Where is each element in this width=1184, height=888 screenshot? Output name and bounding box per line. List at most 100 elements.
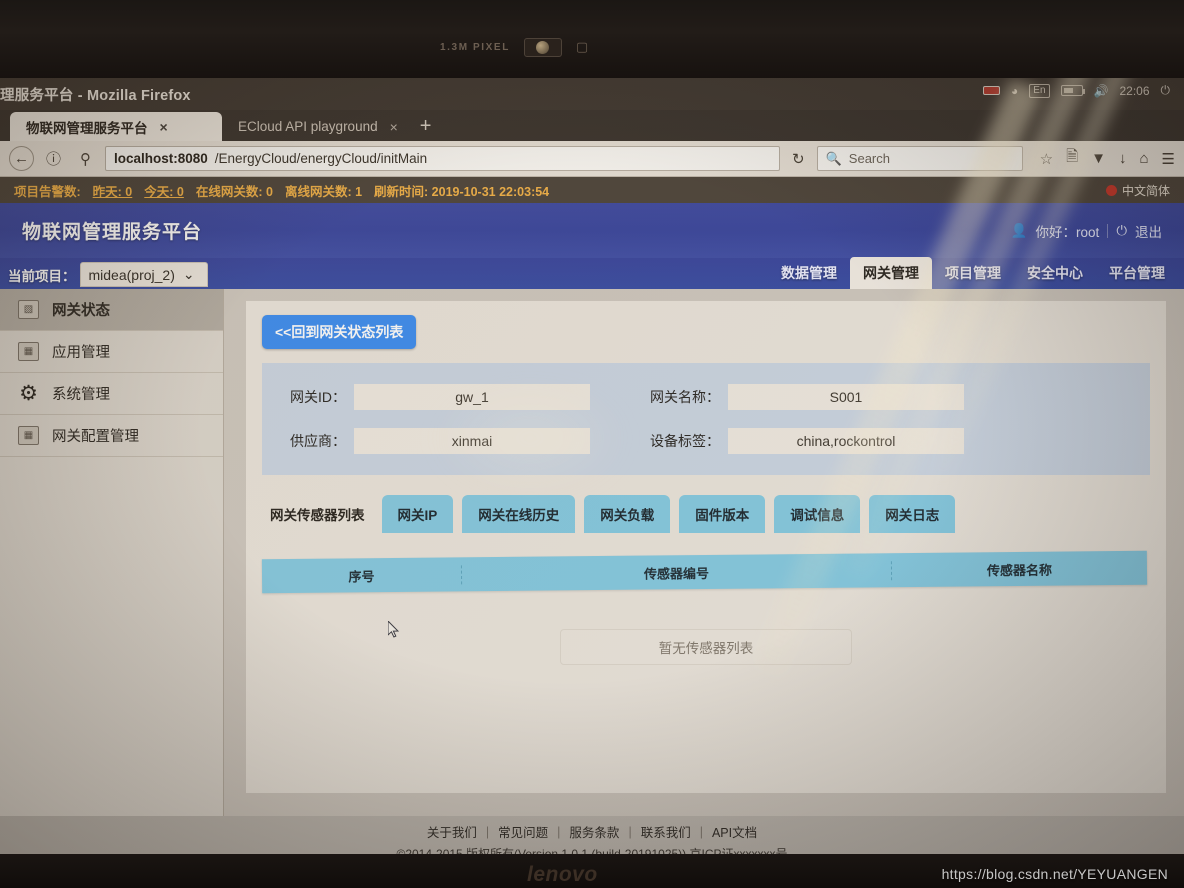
tab-data-management[interactable]: 数据管理 [768, 257, 850, 289]
gw-tab-debug-info[interactable]: 调试信息 [774, 495, 861, 533]
back-icon[interactable]: ← [9, 146, 34, 171]
nav-row: 当前项目： midea(proj_2) ⌄ 数据管理 网关管理 项目管理 安全中… [0, 257, 1184, 289]
tab-gateway-management[interactable]: 网关管理 [850, 257, 932, 289]
tab-label: 物联网管理服务平台 [26, 120, 148, 136]
language-dot-icon [1105, 184, 1117, 196]
power-off-icon[interactable]: ⏻ [1116, 223, 1127, 239]
gw-tab-gateway-log[interactable]: 网关日志 [869, 495, 956, 533]
tab-platform-management[interactable]: 平台管理 [1096, 257, 1178, 289]
app-header: 物联网管理服务平台 👤 你好：root ⏻ 退出 [0, 203, 1184, 258]
footer-link-api-docs[interactable]: API文档 [712, 822, 757, 841]
tab-close-icon[interactable]: × [160, 119, 168, 135]
webcam-area: 1.3M PIXEL ▢ [440, 30, 680, 64]
field-value[interactable]: xinmai [354, 428, 590, 454]
gw-tab-online-history[interactable]: 网关在线历史 [462, 495, 576, 533]
url-bar[interactable]: localhost:8080 /EnergyCloud/energyCloud/… [105, 146, 781, 171]
toolbar-icon-group: ☆ 🗎 ▼ ↓ ⌂ ☰ [1030, 146, 1175, 171]
search-icon: 🔍 [825, 150, 842, 166]
field-value[interactable]: S001 [728, 384, 964, 410]
field-label: 网关ID： [290, 389, 346, 405]
new-tab-button[interactable]: + [410, 115, 442, 141]
monitor-icon: ▧ [18, 300, 39, 319]
library-icon[interactable]: 🗎 [1066, 146, 1078, 171]
volume-icon[interactable]: 🔊 [1094, 84, 1109, 98]
gw-tab-sensor-list[interactable]: 网关传感器列表 [262, 495, 373, 533]
footer-link-terms[interactable]: 服务条款 [569, 822, 619, 841]
tab-close-icon[interactable]: × [390, 119, 398, 135]
star-icon[interactable]: ☆ [1040, 150, 1053, 168]
content-area: <<回到网关状态列表 网关ID： gw_1 网关名称： S001 供应商： xi… [224, 289, 1184, 816]
system-tray: ◕ En 🔊 22:06 ⏻ [983, 83, 1170, 98]
gw-tab-gateway-ip[interactable]: 网关IP [381, 495, 454, 533]
gear-icon: ⚙ [19, 382, 38, 405]
field-gateway-id: 网关ID： gw_1 [276, 384, 590, 410]
divider [1107, 223, 1109, 238]
sidebar-item-label: 应用管理 [52, 345, 110, 361]
project-selected-value: midea(proj_2) [88, 266, 175, 283]
field-label: 网关名称： [650, 389, 720, 405]
sidebar-item-gateway-config[interactable]: ▦ 网关配置管理 [0, 415, 223, 457]
browser-tab-active[interactable]: 物联网管理服务平台 × [10, 112, 222, 141]
project-select[interactable]: midea(proj_2) ⌄ [79, 262, 208, 287]
user-avatar-icon: 👤 [1010, 222, 1028, 238]
brand-logo: lenovo [527, 863, 598, 886]
search-bar[interactable]: 🔍 Search [816, 146, 1023, 171]
alert-title: 项目告警数: [14, 184, 81, 199]
alert-summary-bar: 项目告警数: 昨天: 0 今天: 0 在线网关数: 0 离线网关数: 1 刷新时… [0, 177, 1184, 203]
field-value[interactable]: gw_1 [354, 384, 590, 410]
sensor-table-header: 序号 传感器编号 传感器名称 [261, 550, 1148, 594]
sidebar-item-gateway-status[interactable]: ▧ 网关状态 [0, 289, 223, 331]
footer-link-contact[interactable]: 联系我们 [641, 822, 691, 841]
reload-icon[interactable]: ↻ [787, 150, 810, 168]
wifi-icon[interactable]: ◕ [1011, 84, 1018, 98]
keyboard-layout-icon[interactable]: En [1029, 83, 1050, 98]
gw-tab-gateway-load[interactable]: 网关负载 [584, 495, 671, 533]
footer-links: 关于我们 | 常见问题 | 服务条款 | 联系我们 | API文档 [427, 822, 757, 841]
back-to-gateway-list-button[interactable]: <<回到网关状态列表 [262, 315, 417, 349]
sidebar-item-system-management[interactable]: ⚙ 系统管理 [0, 373, 223, 415]
clock-label[interactable]: 22:06 [1119, 84, 1149, 98]
alert-today[interactable]: 今天: 0 [144, 181, 184, 200]
info-row: 网关ID： gw_1 网关名称： S001 [276, 375, 1136, 419]
app-icon: ▦ [18, 342, 39, 361]
refresh-time: 刷新时间: 2019-10-31 22:03:54 [374, 184, 550, 199]
footer-link-about[interactable]: 关于我们 [427, 822, 477, 841]
tab-security-center[interactable]: 安全中心 [1014, 257, 1096, 289]
app-footer: 关于我们 | 常见问题 | 服务条款 | 联系我们 | API文档 ©2014-… [0, 816, 1184, 854]
language-selector[interactable]: 中文简体 [1105, 182, 1170, 199]
browser-tab-ecloud[interactable]: ECloud API playground × [222, 112, 410, 141]
gateway-detail-pane: <<回到网关状态列表 网关ID： gw_1 网关名称： S001 供应商： xi… [246, 301, 1166, 793]
url-host: localhost:8080 [114, 151, 208, 166]
key-icon[interactable]: ⚲ [73, 146, 98, 171]
sidebar-item-label: 网关配置管理 [52, 429, 139, 445]
footer-link-faq[interactable]: 常见问题 [498, 822, 548, 841]
pocket-icon[interactable]: ▼ [1091, 150, 1106, 167]
language-label: 中文简体 [1121, 183, 1170, 198]
home-icon[interactable]: ⌂ [1139, 150, 1148, 167]
empty-state-message: 暂无传感器列表 [560, 629, 852, 665]
field-label: 设备标签： [650, 433, 720, 449]
window-title: 理服务平台 - Mozilla Firefox [0, 88, 191, 104]
camera-icon: ▢ [575, 39, 589, 54]
divider: | [699, 824, 703, 839]
tab-label: ECloud API playground [238, 119, 378, 134]
tab-project-management[interactable]: 项目管理 [932, 257, 1014, 289]
app-body: ▧ 网关状态 ▦ 应用管理 ⚙ 系统管理 ▦ 网关配置管理 <<回到网关状态列表… [0, 289, 1184, 816]
laptop-top-bezel: 1.3M PIXEL ▢ [0, 0, 1184, 78]
gw-tab-firmware-version[interactable]: 固件版本 [679, 495, 766, 533]
alert-yesterday[interactable]: 昨天: 0 [93, 181, 133, 200]
download-icon[interactable]: ↓ [1119, 150, 1127, 167]
logout-link[interactable]: 退出 [1135, 221, 1162, 241]
gateway-info-panel: 网关ID： gw_1 网关名称： S001 供应商： xinmai 设备标签： … [262, 363, 1150, 475]
page-info-icon[interactable]: ⓘ [41, 146, 66, 171]
offline-gateway-count: 离线网关数: 1 [284, 184, 363, 199]
field-value[interactable]: china,rockontrol [728, 428, 964, 454]
menu-icon[interactable]: ☰ [1162, 150, 1175, 168]
laptop-photo: 1.3M PIXEL ▢ 理服务平台 - Mozilla Firefox ◕ E… [0, 0, 1184, 888]
tray-indicator-icon[interactable] [983, 86, 1001, 95]
sidebar-item-app-management[interactable]: ▦ 应用管理 [0, 331, 223, 373]
power-icon[interactable]: ⏻ [1161, 83, 1171, 98]
url-path: /EnergyCloud/energyCloud/initMain [214, 151, 428, 166]
battery-icon[interactable] [1060, 85, 1085, 96]
divider: | [628, 824, 632, 839]
